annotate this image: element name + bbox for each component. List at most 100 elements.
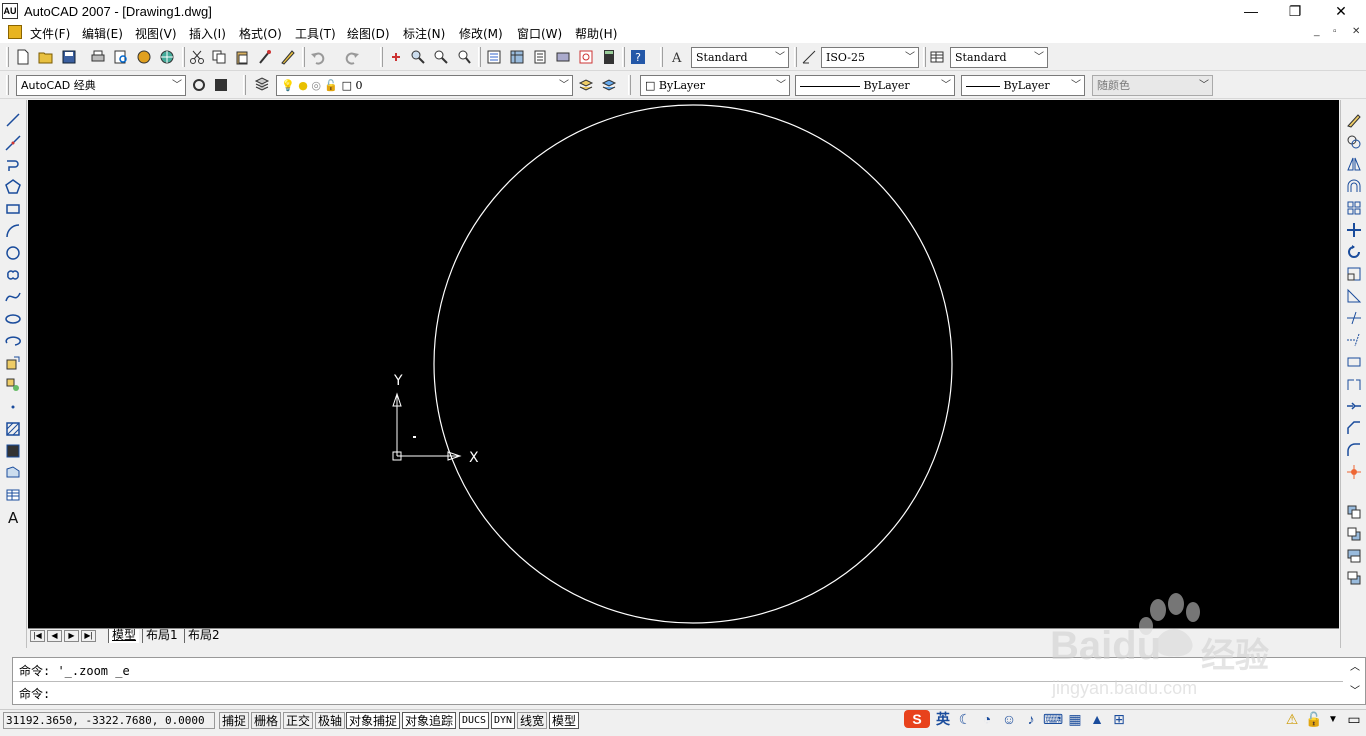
draw-order-front-icon[interactable] xyxy=(1344,502,1364,522)
help-icon[interactable]: ? xyxy=(629,48,647,66)
tab-model[interactable]: 模型 xyxy=(108,629,140,643)
toolbar-grip[interactable] xyxy=(660,47,663,67)
drawn-circle[interactable] xyxy=(433,104,953,624)
skin-icon[interactable]: ▲ xyxy=(1088,710,1106,728)
redo-icon[interactable] xyxy=(343,48,361,66)
autocad-app-icon[interactable]: AU xyxy=(2,3,18,19)
osnap-toggle[interactable]: 对象捕捉 xyxy=(346,712,401,729)
open-folder-icon[interactable] xyxy=(37,48,55,66)
tab-last-button[interactable]: ▶| xyxy=(81,630,96,642)
menu-edit[interactable]: 编辑(E) xyxy=(82,25,123,42)
text-style-select[interactable]: Standard ﹀ xyxy=(691,47,789,68)
draw-order-back-icon[interactable] xyxy=(1344,524,1364,544)
menu-dimension[interactable]: 标注(N) xyxy=(403,25,445,42)
workspace-select[interactable]: AutoCAD 经典 ﹀ xyxy=(16,75,186,96)
emoji-icon[interactable]: ☺ xyxy=(1000,710,1018,728)
linetype-select[interactable]: ByLayer ﹀ xyxy=(795,75,955,96)
construction-line-icon[interactable] xyxy=(3,133,23,153)
punctuation-icon[interactable]: ◔ xyxy=(978,710,996,728)
new-file-icon[interactable] xyxy=(14,48,32,66)
polyline-icon[interactable] xyxy=(3,155,23,175)
drawing-canvas[interactable]: Y X xyxy=(28,100,1339,628)
dimension-style-icon[interactable] xyxy=(800,48,818,66)
break-at-point-icon[interactable] xyxy=(1344,352,1364,372)
otrack-toggle[interactable]: 对象追踪 xyxy=(402,712,457,729)
circle-icon[interactable] xyxy=(3,243,23,263)
menu-insert[interactable]: 插入(I) xyxy=(189,25,226,42)
cut-icon[interactable] xyxy=(188,48,206,66)
menu-format[interactable]: 格式(O) xyxy=(239,25,282,42)
ellipse-icon[interactable] xyxy=(3,309,23,329)
layer-on-icon[interactable]: 💡 xyxy=(281,79,295,92)
properties-icon[interactable] xyxy=(485,48,503,66)
make-block-icon[interactable] xyxy=(3,375,23,395)
maximize-button[interactable]: ❐ xyxy=(1272,0,1318,23)
draw-order-above-icon[interactable] xyxy=(1344,546,1364,566)
layer-manager-icon[interactable] xyxy=(253,76,271,94)
layer-freeze-icon[interactable]: ● xyxy=(298,79,308,92)
color-select[interactable]: □ ByLayer ﹀ xyxy=(640,75,790,96)
lock-icon[interactable]: 🔓 xyxy=(1304,710,1324,728)
clean-screen-icon[interactable]: ▭ xyxy=(1345,710,1363,728)
3d-dwf-icon[interactable] xyxy=(158,48,176,66)
snap-toggle[interactable]: 捕捉 xyxy=(219,712,250,729)
zoom-previous-icon[interactable] xyxy=(455,48,473,66)
menu-window[interactable]: 窗口(W) xyxy=(517,25,562,42)
workspace-save-icon[interactable] xyxy=(212,76,230,94)
break-icon[interactable] xyxy=(1344,374,1364,394)
table-style-select[interactable]: Standard ﹀ xyxy=(950,47,1048,68)
status-menu-arrow-icon[interactable]: ▼ xyxy=(1326,710,1340,728)
sogou-logo-icon[interactable]: S xyxy=(904,710,930,728)
tab-next-button[interactable]: ▶ xyxy=(64,630,79,642)
make-layer-current-icon[interactable] xyxy=(577,76,595,94)
point-icon[interactable] xyxy=(3,397,23,417)
mdi-minimize-button[interactable]: _ xyxy=(1314,26,1320,37)
tab-layout2[interactable]: 布局2 xyxy=(184,629,223,643)
hatch-icon[interactable] xyxy=(3,419,23,439)
tool-palettes-icon[interactable] xyxy=(531,48,549,66)
line-icon[interactable] xyxy=(3,110,23,130)
menu-file[interactable]: 文件(F) xyxy=(30,25,70,42)
trim-icon[interactable] xyxy=(1344,308,1364,328)
move-icon[interactable] xyxy=(1344,220,1364,240)
array-icon[interactable] xyxy=(1344,198,1364,218)
rotate-icon[interactable] xyxy=(1344,242,1364,262)
tab-first-button[interactable]: |◀ xyxy=(30,630,45,642)
close-button[interactable]: ✕ xyxy=(1318,0,1364,23)
toolbar-grip[interactable] xyxy=(243,75,246,95)
table-style-icon[interactable] xyxy=(928,48,946,66)
dimension-style-select[interactable]: ISO-25 ﹀ xyxy=(821,47,919,68)
ellipse-arc-icon[interactable] xyxy=(3,331,23,351)
command-window[interactable]: 命令: '_.zoom _e 命令: ︿ ﹀ xyxy=(12,657,1366,705)
text-style-icon[interactable]: A xyxy=(669,48,687,66)
dyn-toggle[interactable]: DYN xyxy=(491,712,516,729)
tab-prev-button[interactable]: ◀ xyxy=(47,630,62,642)
toolbox-icon[interactable]: ▦ xyxy=(1066,710,1084,728)
insert-block-icon[interactable] xyxy=(3,353,23,373)
polar-toggle[interactable]: 极轴 xyxy=(315,712,346,729)
toolbar-grip[interactable] xyxy=(6,47,9,67)
draw-order-under-icon[interactable] xyxy=(1344,568,1364,588)
zoom-window-icon[interactable] xyxy=(432,48,450,66)
grid-menu-icon[interactable]: ⊞ xyxy=(1110,710,1128,728)
minimize-button[interactable]: — xyxy=(1228,0,1274,23)
save-icon[interactable] xyxy=(60,48,78,66)
rectangle-icon[interactable] xyxy=(3,199,23,219)
layer-previous-icon[interactable] xyxy=(600,76,618,94)
markup-set-icon[interactable] xyxy=(577,48,595,66)
erase-icon[interactable] xyxy=(1344,110,1364,130)
layer-lock-icon[interactable]: 🔓 xyxy=(324,79,338,92)
menu-draw[interactable]: 绘图(D) xyxy=(347,25,390,42)
grid-toggle[interactable]: 栅格 xyxy=(251,712,282,729)
menu-modify[interactable]: 修改(M) xyxy=(459,25,503,42)
mdi-close-button[interactable]: ✕ xyxy=(1352,26,1360,37)
document-icon[interactable] xyxy=(8,25,22,39)
explode-icon[interactable] xyxy=(1344,462,1364,482)
join-icon[interactable] xyxy=(1344,396,1364,416)
chamfer-icon[interactable] xyxy=(1344,418,1364,438)
quickcalc-icon[interactable] xyxy=(600,48,618,66)
layer-select[interactable]: 💡 ● ◎ 🔓 □ 0 ﹀ xyxy=(276,75,573,96)
match-properties-icon[interactable] xyxy=(256,48,274,66)
toolbar-grip[interactable] xyxy=(794,47,797,67)
microphone-icon[interactable]: ♪ xyxy=(1022,710,1040,728)
